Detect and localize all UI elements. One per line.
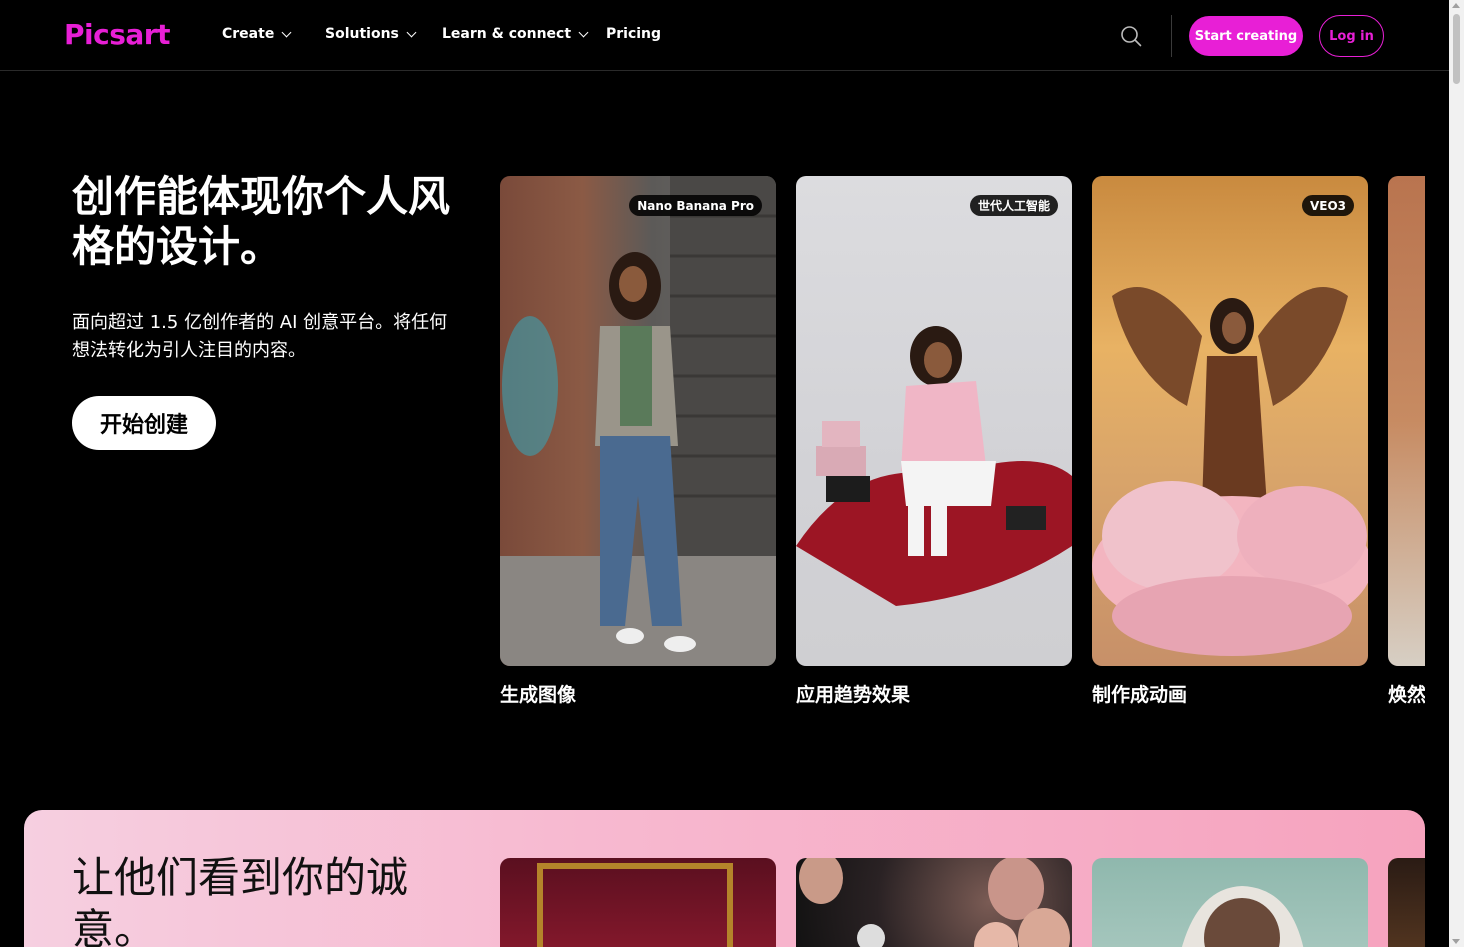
nav-create[interactable]: Create xyxy=(222,26,292,42)
start-create-button[interactable]: 开始创建 xyxy=(72,396,216,450)
top-nav: Picsart Create Solutions Learn & connect… xyxy=(0,0,1449,71)
card-label-apply-trend[interactable]: 应用趋势效果 xyxy=(796,680,910,707)
scroll-thumb[interactable] xyxy=(1453,14,1460,84)
section-card-2[interactable] xyxy=(796,858,1072,947)
card-badge: 世代人工智能 xyxy=(969,195,1058,216)
card-generate-image[interactable]: Nano Banana Pro xyxy=(500,176,776,666)
nav-learn-connect[interactable]: Learn & connect xyxy=(442,26,589,42)
scroll-up-arrow-icon[interactable] xyxy=(1452,3,1460,8)
chevron-down-icon xyxy=(281,27,292,37)
card-image-woman-heart-rug xyxy=(796,326,1072,606)
section-card-1-image xyxy=(537,863,733,947)
card-label-partial[interactable]: 焕然 xyxy=(1388,680,1425,707)
picsart-logo[interactable]: Picsart xyxy=(64,18,170,51)
card-label-generate-image[interactable]: 生成图像 xyxy=(500,680,576,707)
card-image-angel-cloud xyxy=(1092,287,1368,656)
card-badge: VEO3 xyxy=(1301,195,1354,216)
card-badge: Nano Banana Pro xyxy=(629,195,762,216)
section-card-2-image xyxy=(799,858,1070,947)
nav-learn-connect-label: Learn & connect xyxy=(442,26,572,42)
section-card-partial[interactable] xyxy=(1388,858,1425,947)
start-creating-button[interactable]: Start creating xyxy=(1189,16,1303,56)
card-animate[interactable]: VEO3 xyxy=(1092,176,1368,666)
login-button[interactable]: Log in xyxy=(1319,15,1384,57)
hero-subtitle: 面向超过 1.5 亿创作者的 AI 创意平台。将任何想法转化为引人注目的内容。 xyxy=(72,312,448,361)
chevron-down-icon xyxy=(406,27,417,37)
nav-divider xyxy=(1171,15,1172,57)
card-partial[interactable] xyxy=(1388,176,1425,666)
chevron-down-icon xyxy=(578,27,589,37)
search-icon[interactable] xyxy=(1120,25,1142,47)
page-scrollbar[interactable] xyxy=(1449,0,1464,947)
nav-pricing[interactable]: Pricing xyxy=(606,26,661,42)
section-card-3-image xyxy=(1182,886,1304,947)
section-card-1[interactable] xyxy=(500,858,776,947)
section-card-3[interactable] xyxy=(1092,858,1368,947)
section-sincerity-title: 让他们看到你的诚意。 xyxy=(72,853,409,947)
nav-create-label: Create xyxy=(222,26,275,42)
scroll-down-arrow-icon[interactable] xyxy=(1452,939,1460,944)
hero-title: 创作能体现你个人风格的设计。 xyxy=(72,172,451,271)
nav-solutions[interactable]: Solutions xyxy=(325,26,417,42)
card-apply-trend[interactable]: 世代人工智能 xyxy=(796,176,1072,666)
nav-pricing-label: Pricing xyxy=(606,26,662,42)
card-label-animate[interactable]: 制作成动画 xyxy=(1092,680,1187,707)
nav-solutions-label: Solutions xyxy=(325,26,399,42)
card-image-woman-street xyxy=(500,176,776,666)
